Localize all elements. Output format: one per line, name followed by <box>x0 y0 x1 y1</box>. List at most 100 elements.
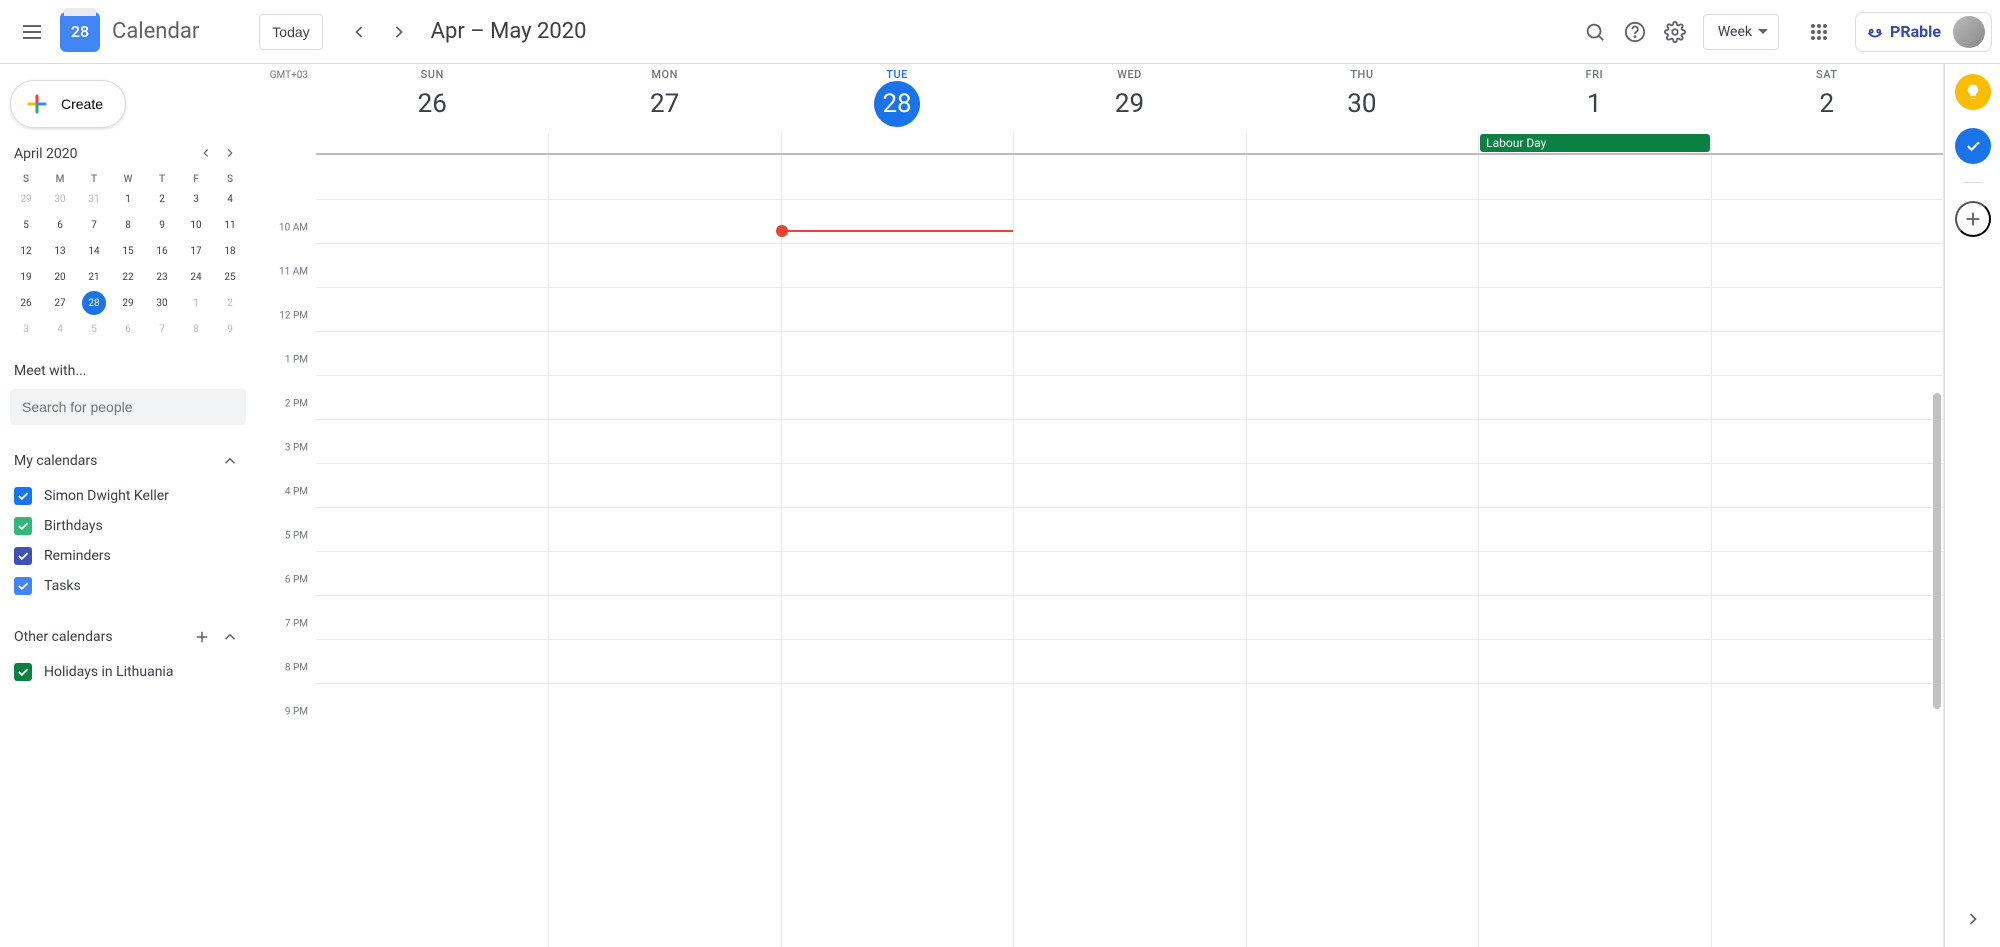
calendar-list-item[interactable]: Tasks <box>10 571 246 601</box>
mini-day-cell[interactable]: 29 <box>14 187 38 211</box>
mini-day-cell[interactable]: 8 <box>116 213 140 237</box>
day-column[interactable] <box>1711 155 1943 947</box>
mini-day-cell[interactable]: 1 <box>184 291 208 315</box>
day-header[interactable]: SUN26 <box>316 68 548 127</box>
calendar-checkbox[interactable] <box>14 487 32 505</box>
mini-day-cell[interactable]: 25 <box>218 265 242 289</box>
day-header[interactable]: THU30 <box>1246 68 1478 127</box>
calendar-list-item[interactable]: Holidays in Lithuania <box>10 657 246 687</box>
mini-day-cell[interactable]: 22 <box>116 265 140 289</box>
mini-day-cell[interactable]: 10 <box>184 213 208 237</box>
collapse-other-calendars-button[interactable] <box>218 625 242 649</box>
mini-next-month-button[interactable] <box>218 142 242 166</box>
other-calendars-header[interactable]: Other calendars <box>10 625 246 649</box>
day-column[interactable] <box>1246 155 1478 947</box>
mini-day-cell[interactable]: 30 <box>150 291 174 315</box>
create-button[interactable]: Create <box>10 80 126 128</box>
help-button[interactable] <box>1615 12 1655 52</box>
google-apps-button[interactable] <box>1799 12 1839 52</box>
mini-day-cell[interactable]: 6 <box>48 213 72 237</box>
mini-day-cell[interactable]: 7 <box>150 317 174 341</box>
next-period-button[interactable] <box>379 12 419 52</box>
add-addon-button[interactable] <box>1955 201 1991 237</box>
mini-prev-month-button[interactable] <box>194 142 218 166</box>
calendar-list-item[interactable]: Simon Dwight Keller <box>10 481 246 511</box>
tasks-button[interactable] <box>1955 128 1991 164</box>
mini-day-cell[interactable]: 20 <box>48 265 72 289</box>
mini-day-cell[interactable]: 9 <box>218 317 242 341</box>
settings-button[interactable] <box>1655 12 1695 52</box>
day-number[interactable]: 29 <box>1106 81 1152 127</box>
prev-period-button[interactable] <box>339 12 379 52</box>
mini-day-cell[interactable]: 28 <box>82 291 106 315</box>
brand-chip[interactable]: PRable <box>1855 12 1992 52</box>
mini-day-cell[interactable]: 2 <box>218 291 242 315</box>
day-number[interactable]: 1 <box>1571 81 1617 127</box>
user-avatar[interactable] <box>1953 16 1985 48</box>
mini-day-cell[interactable]: 29 <box>116 291 140 315</box>
mini-day-cell[interactable]: 4 <box>218 187 242 211</box>
allday-cell[interactable] <box>781 133 1013 153</box>
main-menu-button[interactable] <box>8 8 56 56</box>
mini-day-cell[interactable]: 7 <box>82 213 106 237</box>
mini-day-cell[interactable]: 12 <box>14 239 38 263</box>
day-number[interactable]: 28 <box>874 81 920 127</box>
mini-day-cell[interactable]: 2 <box>150 187 174 211</box>
day-column[interactable] <box>781 155 1013 947</box>
allday-event[interactable]: Labour Day <box>1480 134 1709 152</box>
mini-day-cell[interactable]: 5 <box>82 317 106 341</box>
mini-day-cell[interactable]: 5 <box>14 213 38 237</box>
mini-day-cell[interactable]: 24 <box>184 265 208 289</box>
mini-day-cell[interactable]: 6 <box>116 317 140 341</box>
mini-day-cell[interactable]: 23 <box>150 265 174 289</box>
allday-cell[interactable]: Labour Day <box>1478 133 1710 153</box>
hide-side-panel-button[interactable] <box>1955 901 1991 937</box>
day-number[interactable]: 30 <box>1339 81 1385 127</box>
day-header[interactable]: SAT2 <box>1711 68 1943 127</box>
day-column[interactable] <box>316 155 548 947</box>
mini-day-cell[interactable]: 15 <box>116 239 140 263</box>
mini-day-cell[interactable]: 26 <box>14 291 38 315</box>
mini-day-cell[interactable]: 1 <box>116 187 140 211</box>
mini-day-cell[interactable]: 30 <box>48 187 72 211</box>
mini-day-cell[interactable]: 18 <box>218 239 242 263</box>
day-header[interactable]: WED29 <box>1013 68 1245 127</box>
day-header[interactable]: TUE28 <box>781 68 1013 127</box>
calendar-list-item[interactable]: Birthdays <box>10 511 246 541</box>
mini-day-cell[interactable]: 17 <box>184 239 208 263</box>
calendar-checkbox[interactable] <box>14 663 32 681</box>
calendar-list-item[interactable]: Reminders <box>10 541 246 571</box>
collapse-my-calendars-button[interactable] <box>218 449 242 473</box>
day-header[interactable]: FRI1 <box>1478 68 1710 127</box>
view-switcher[interactable]: Week <box>1703 14 1779 50</box>
calendar-checkbox[interactable] <box>14 517 32 535</box>
calendar-checkbox[interactable] <box>14 547 32 565</box>
allday-cell[interactable] <box>1711 133 1943 153</box>
allday-cell[interactable] <box>1246 133 1478 153</box>
day-header[interactable]: MON27 <box>548 68 780 127</box>
mini-day-cell[interactable]: 19 <box>14 265 38 289</box>
mini-day-cell[interactable]: 8 <box>184 317 208 341</box>
day-number[interactable]: 26 <box>409 81 455 127</box>
search-button[interactable] <box>1575 12 1615 52</box>
day-number[interactable]: 2 <box>1804 81 1850 127</box>
mini-day-cell[interactable]: 16 <box>150 239 174 263</box>
search-people-input[interactable] <box>10 389 246 425</box>
vertical-scrollbar[interactable] <box>1931 155 1943 947</box>
mini-day-cell[interactable]: 4 <box>48 317 72 341</box>
mini-day-cell[interactable]: 9 <box>150 213 174 237</box>
mini-day-cell[interactable]: 27 <box>48 291 72 315</box>
mini-day-cell[interactable]: 3 <box>184 187 208 211</box>
week-grid-body[interactable] <box>316 155 1943 947</box>
day-column[interactable] <box>1013 155 1245 947</box>
day-column[interactable] <box>548 155 780 947</box>
allday-cell[interactable] <box>548 133 780 153</box>
mini-day-cell[interactable]: 11 <box>218 213 242 237</box>
keep-button[interactable] <box>1955 74 1991 110</box>
mini-day-cell[interactable]: 21 <box>82 265 106 289</box>
day-number[interactable]: 27 <box>642 81 688 127</box>
mini-day-cell[interactable]: 13 <box>48 239 72 263</box>
mini-day-cell[interactable]: 31 <box>82 187 106 211</box>
today-button[interactable]: Today <box>259 14 322 50</box>
day-column[interactable] <box>1478 155 1710 947</box>
